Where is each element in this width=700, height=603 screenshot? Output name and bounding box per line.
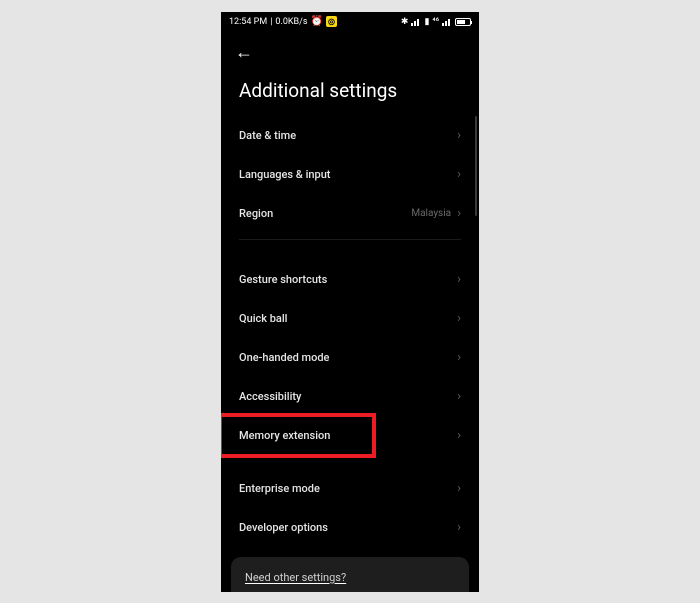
status-time: 12:54 PM: [229, 17, 267, 27]
chevron-right-icon: ›: [457, 272, 461, 287]
header-row: ←: [221, 32, 479, 69]
row-label: Memory extension: [239, 429, 330, 442]
chevron-right-icon: ›: [457, 167, 461, 182]
row-accessibility[interactable]: Accessibility ›: [221, 377, 479, 416]
row-languages-input[interactable]: Languages & input ›: [221, 155, 479, 194]
chevron-right-icon: ›: [457, 311, 461, 326]
row-date-time[interactable]: Date & time ›: [221, 116, 479, 155]
section-gap: [221, 455, 479, 469]
row-value: Malaysia: [411, 208, 451, 219]
row-label: One-handed mode: [239, 351, 329, 364]
signal-icon: [411, 18, 421, 26]
row-label: Region: [239, 207, 273, 220]
page-title: Additional settings: [221, 69, 479, 116]
signal-4g-text: ⁴⁶: [432, 17, 439, 27]
chevron-right-icon: ›: [457, 520, 461, 535]
battery-icon: [455, 18, 471, 26]
chevron-right-icon: ›: [457, 206, 461, 221]
phone-screen: 12:54 PM | 0.0KB/s ⏰ ◎ ✱ ▮ ⁴⁶ ← Addition…: [221, 12, 479, 592]
sim-badge-icon: ▮: [424, 17, 429, 27]
row-label: Gesture shortcuts: [239, 273, 327, 286]
bottom-help-card[interactable]: Need other settings?: [231, 557, 469, 592]
chevron-right-icon: ›: [457, 481, 461, 496]
section-gap: [221, 246, 479, 260]
chevron-right-icon: ›: [457, 389, 461, 404]
row-memory-extension[interactable]: Memory extension ›: [221, 416, 479, 455]
row-label: Accessibility: [239, 390, 301, 403]
divider: [239, 239, 461, 240]
row-label: Quick ball: [239, 312, 287, 325]
status-bar: 12:54 PM | 0.0KB/s ⏰ ◎ ✱ ▮ ⁴⁶: [221, 12, 479, 32]
battery-fill: [457, 20, 465, 24]
notification-badge-icon: ◎: [326, 16, 337, 27]
row-gesture-shortcuts[interactable]: Gesture shortcuts ›: [221, 260, 479, 299]
row-label: Developer options: [239, 521, 328, 534]
row-developer-options[interactable]: Developer options ›: [221, 508, 479, 547]
status-right: ✱ ▮ ⁴⁶: [401, 17, 471, 27]
row-quick-ball[interactable]: Quick ball ›: [221, 299, 479, 338]
row-label: Enterprise mode: [239, 482, 320, 495]
status-netspeed: 0.0KB/s: [275, 17, 307, 27]
row-label: Languages & input: [239, 168, 330, 181]
bottom-help-text: Need other settings?: [245, 571, 346, 584]
chevron-right-icon: ›: [457, 350, 461, 365]
alarm-icon: ⏰: [311, 16, 323, 27]
row-enterprise-mode[interactable]: Enterprise mode ›: [221, 469, 479, 508]
signal-icon-2: [442, 18, 452, 26]
status-separator: |: [270, 17, 272, 27]
row-region[interactable]: Region Malaysia ›: [221, 194, 479, 233]
chevron-right-icon: ›: [457, 128, 461, 143]
bluetooth-icon: ✱: [401, 17, 409, 27]
row-label: Date & time: [239, 129, 296, 142]
scroll-area[interactable]: Date & time › Languages & input › Region…: [221, 116, 479, 592]
row-one-handed-mode[interactable]: One-handed mode ›: [221, 338, 479, 377]
status-left: 12:54 PM | 0.0KB/s ⏰ ◎: [229, 16, 337, 27]
chevron-right-icon: ›: [457, 428, 461, 443]
back-button[interactable]: ←: [235, 42, 253, 63]
